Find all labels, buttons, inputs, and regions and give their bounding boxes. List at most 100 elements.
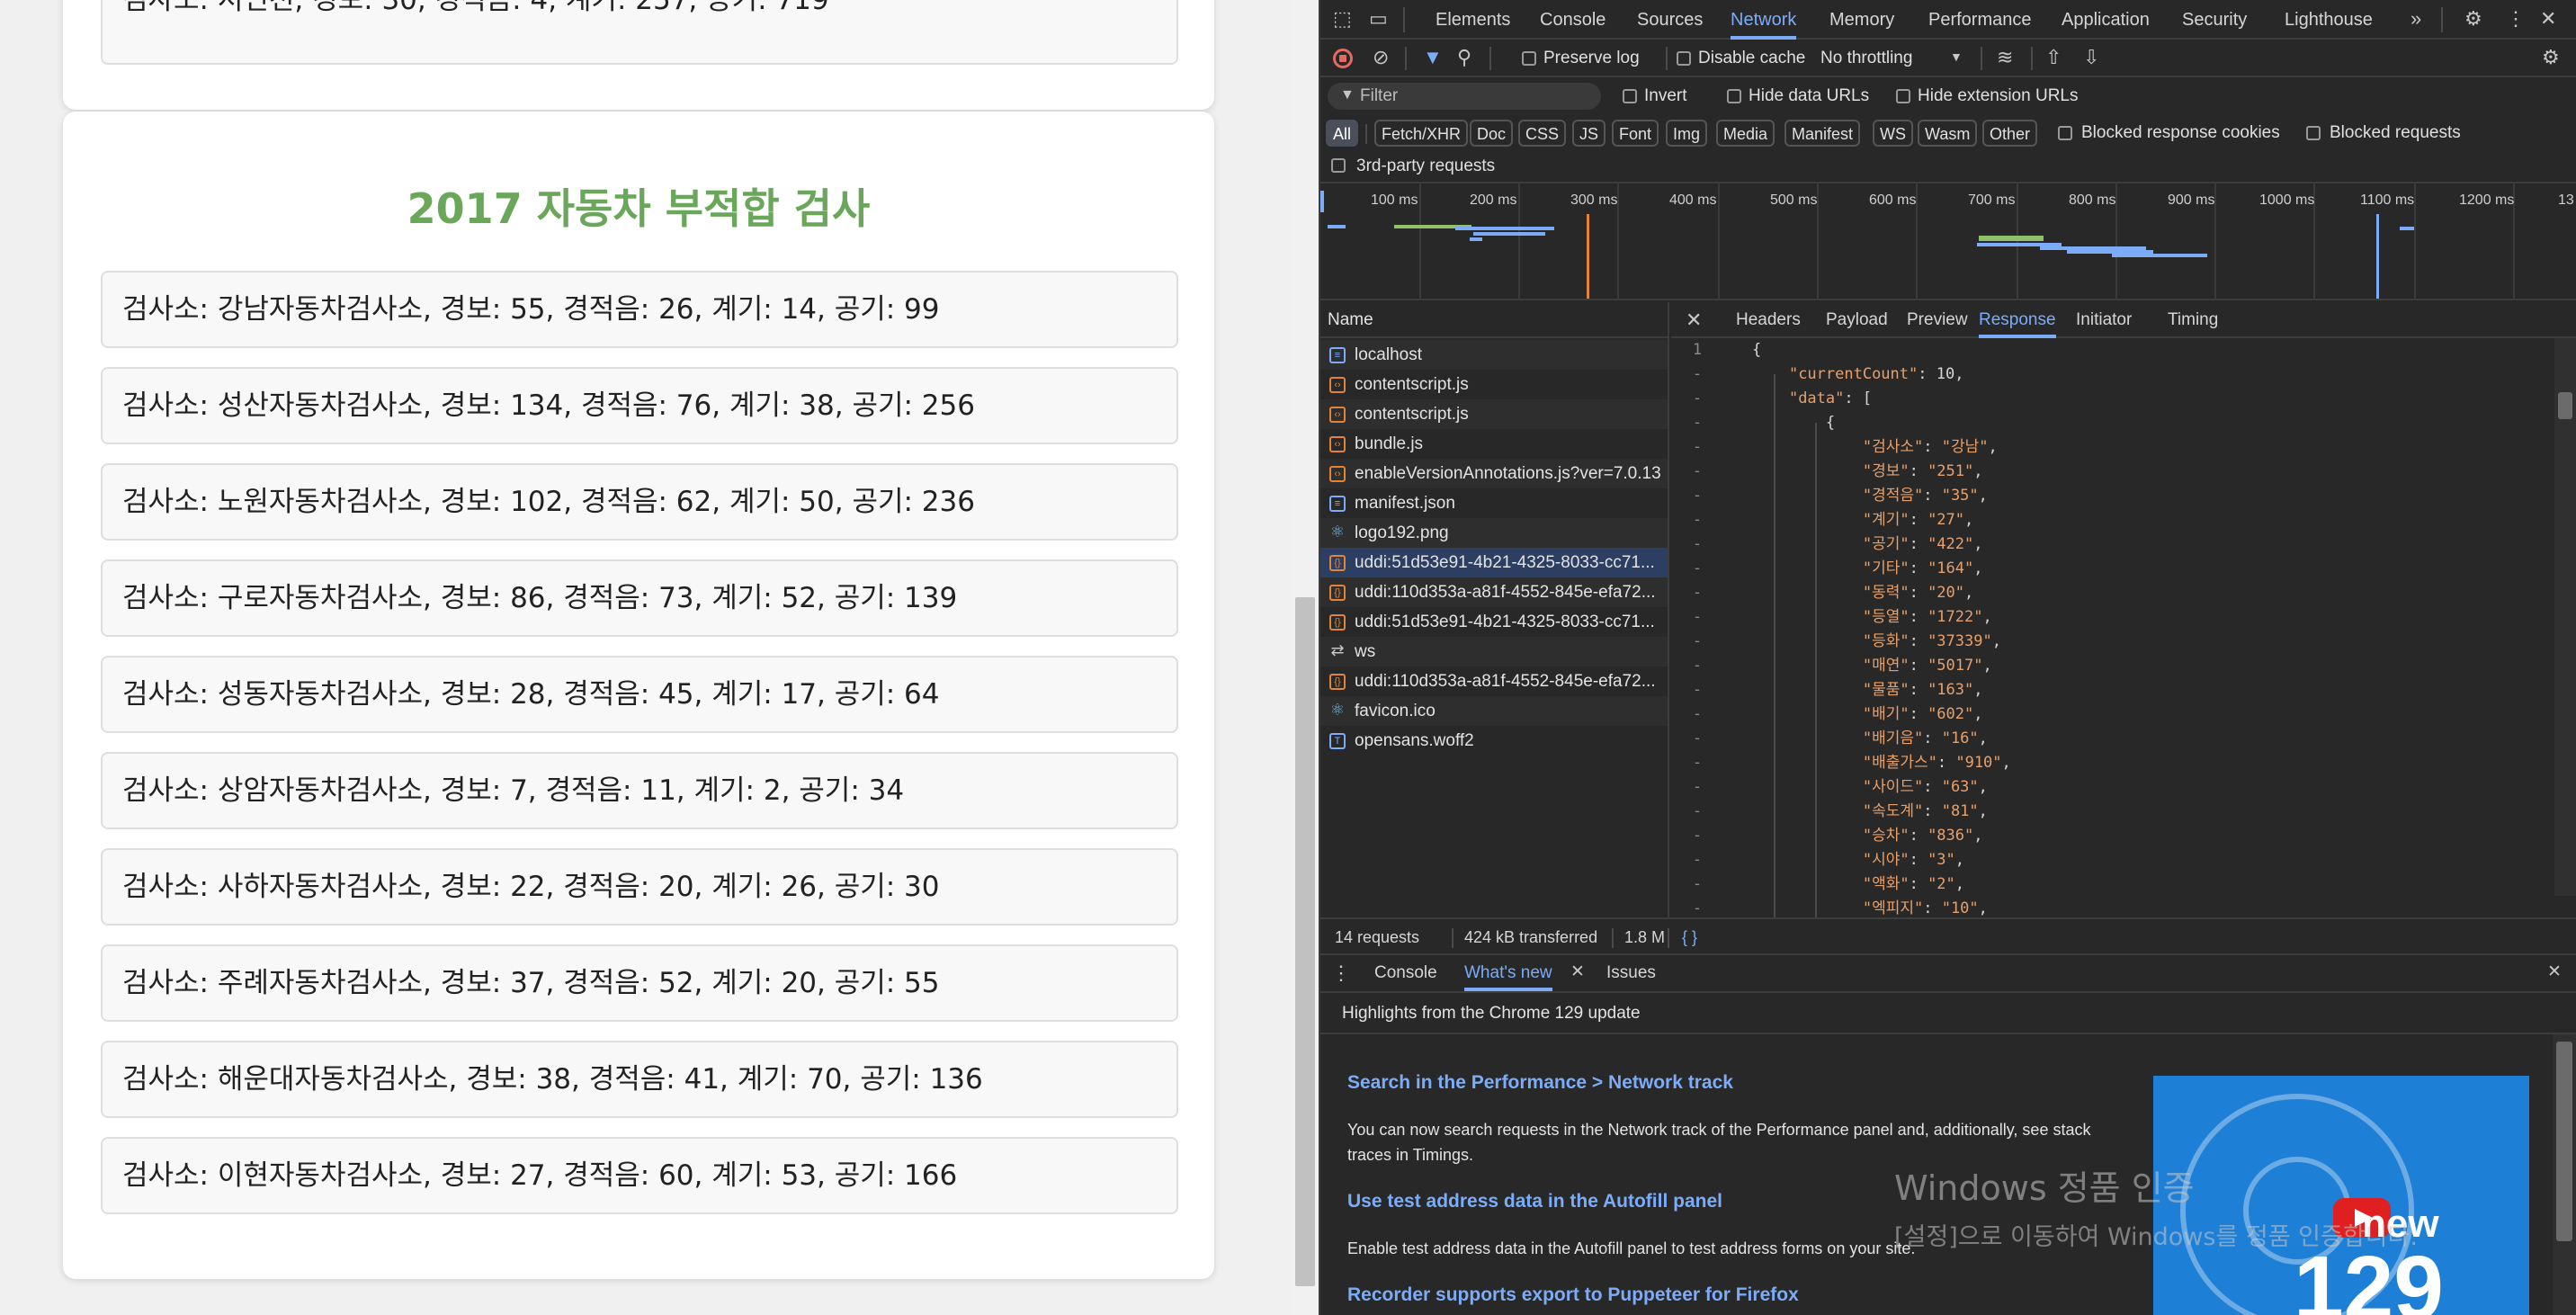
close-detail-icon[interactable]: ✕ [1686, 310, 1702, 330]
response-scrollbar-thumb[interactable] [2558, 392, 2572, 419]
hide-data-urls-checkbox[interactable] [1727, 89, 1741, 103]
page-scrollbar-thumb[interactable] [1295, 597, 1315, 1286]
response-line-text: "계기": "27", [1862, 511, 1974, 529]
close-tab-icon[interactable]: ✕ [1570, 963, 1585, 980]
tab-preview[interactable]: Preview [1907, 302, 1968, 338]
chip-doc[interactable]: Doc [1470, 120, 1514, 147]
request-row[interactable]: Topensans.woff2 [1320, 726, 1668, 756]
import-har-icon[interactable]: ⇧ [2045, 48, 2062, 67]
network-conditions-icon[interactable]: ≋ [1997, 48, 2013, 67]
line-number: - [1692, 827, 1703, 845]
filter-funnel-icon[interactable]: ▼ [1423, 48, 1443, 67]
chip-font[interactable]: Font [1612, 120, 1659, 147]
response-code-view[interactable]: 1{- "currentCount": 10, - "data": [- {- "… [1671, 338, 2576, 917]
response-scrollbar[interactable] [2554, 338, 2576, 896]
clear-icon[interactable]: ⊘ [1373, 48, 1389, 67]
tab-console[interactable]: Console [1540, 0, 1606, 40]
request-row[interactable]: ⚛ logo192.png [1320, 518, 1668, 548]
chip-ws[interactable]: WS [1873, 120, 1913, 147]
request-row[interactable]: {} uddi:110d353a-a81f-4552-845e-efa72... [1320, 666, 1668, 696]
export-har-icon[interactable]: ⇩ [2083, 48, 2099, 67]
chip-css[interactable]: CSS [1518, 120, 1567, 147]
result-row: 검사소: 상암자동차검사소, 경보: 7, 경적음: 11, 계기: 2, 공기… [101, 752, 1178, 829]
close-drawer-icon[interactable]: ✕ [2547, 963, 2562, 980]
drawer-heading: Highlights from the Chrome 129 update [1320, 993, 2576, 1034]
network-settings-icon[interactable]: ⚙ [2542, 48, 2560, 67]
blocked-response-cookies-checkbox[interactable] [2058, 126, 2072, 140]
third-party-checkbox[interactable] [1331, 158, 1346, 173]
line-number: - [1692, 729, 1703, 747]
more-tabs-icon[interactable]: » [2411, 9, 2421, 29]
record-stop-icon[interactable] [1333, 49, 1353, 68]
whats-new-item-title[interactable]: Use test address data in the Autofill pa… [1347, 1191, 1722, 1212]
tab-elements[interactable]: Elements [1436, 0, 1510, 40]
request-row[interactable]: ⇄ ws [1320, 637, 1668, 666]
search-icon[interactable]: ⚲ [1457, 48, 1471, 67]
previous-result-row: 검사소: 서인천, 경보: 30, 경적음: 4, 계기: 257, 공기: 7… [101, 0, 1178, 65]
chip-img[interactable]: Img [1666, 120, 1708, 147]
invert-checkbox[interactable] [1623, 89, 1637, 103]
chip-all[interactable]: All [1326, 120, 1359, 147]
chip-fetch-xhr[interactable]: Fetch/XHR [1374, 120, 1469, 147]
chip-other[interactable]: Other [1982, 120, 2038, 147]
tab-response[interactable]: Response [1979, 302, 2056, 338]
whats-new-item-title[interactable]: Recorder supports export to Puppeteer fo… [1347, 1284, 1799, 1306]
pretty-print-icon[interactable]: { } [1682, 919, 1697, 955]
network-overview[interactable]: 100 ms 200 ms 300 ms 400 ms 500 ms 600 m… [1320, 183, 2576, 300]
request-row[interactable]: ‹› contentscript.js [1320, 370, 1668, 399]
tab-headers[interactable]: Headers [1736, 302, 1801, 338]
tab-network[interactable]: Network [1731, 0, 1797, 40]
drawer-tab-issues[interactable]: Issues [1606, 955, 1656, 991]
tab-application[interactable]: Application [2062, 0, 2150, 40]
request-row[interactable]: ‹› bundle.js [1320, 429, 1668, 459]
request-row[interactable]: {} uddi:51d53e91-4b21-4325-8033-cc71... [1320, 607, 1668, 637]
disable-cache-checkbox[interactable] [1677, 51, 1691, 66]
timeline-bar [1470, 237, 1482, 241]
drawer-scrollbar[interactable] [2553, 1034, 2576, 1315]
tab-security[interactable]: Security [2182, 0, 2247, 40]
request-row[interactable]: ⚛ favicon.ico [1320, 696, 1668, 726]
tab-timing[interactable]: Timing [2168, 302, 2218, 338]
drawer-tab-whats-new[interactable]: What's new [1464, 955, 1552, 991]
inspect-element-icon[interactable]: ⬚ [1333, 9, 1352, 29]
script-icon: ‹› [1329, 436, 1346, 452]
more-options-icon[interactable]: ⋮ [2506, 9, 2526, 29]
chrome-update-video-thumbnail[interactable]: new 129 [2153, 1076, 2529, 1315]
tab-payload[interactable]: Payload [1826, 302, 1888, 338]
request-row[interactable]: {} uddi:110d353a-a81f-4552-845e-efa72... [1320, 577, 1668, 607]
response-line: - "액화": "2", [1671, 872, 2553, 897]
tab-performance[interactable]: Performance [1928, 0, 2032, 40]
third-party-label: 3rd-party requests [1356, 157, 1496, 175]
tab-memory[interactable]: Memory [1829, 0, 1894, 40]
chip-js[interactable]: JS [1572, 120, 1606, 147]
request-row-selected[interactable]: {} uddi:51d53e91-4b21-4325-8033-cc71... [1320, 548, 1668, 577]
drawer-tab-console[interactable]: Console [1374, 955, 1437, 991]
chevron-down-icon[interactable]: ▼ [1950, 50, 1963, 63]
name-column-header[interactable]: Name [1320, 302, 1668, 338]
preserve-log-checkbox[interactable] [1522, 51, 1536, 66]
response-line-text: "배출가스": "910", [1862, 754, 2011, 772]
chip-media[interactable]: Media [1716, 120, 1775, 147]
tab-sources[interactable]: Sources [1637, 0, 1703, 40]
request-row[interactable]: ‹› contentscript.js [1320, 399, 1668, 429]
settings-gear-icon[interactable]: ⚙ [2464, 9, 2482, 29]
line-number: - [1692, 462, 1703, 480]
tab-initiator[interactable]: Initiator [2076, 302, 2132, 338]
device-toolbar-icon[interactable]: ▭ [1369, 9, 1388, 29]
request-row[interactable]: ≡ manifest.json [1320, 488, 1668, 518]
blocked-requests-checkbox[interactable] [2306, 126, 2321, 140]
response-line-text: { [1752, 414, 1836, 432]
tab-lighthouse[interactable]: Lighthouse [2285, 0, 2373, 40]
drawer-scrollbar-thumb[interactable] [2556, 1042, 2572, 1241]
hide-extension-urls-checkbox[interactable] [1896, 89, 1910, 103]
timeline-label: 500 ms [1770, 192, 1818, 208]
chip-manifest[interactable]: Manifest [1784, 120, 1861, 147]
chip-wasm[interactable]: Wasm [1918, 120, 1978, 147]
throttling-select[interactable]: No throttling [1820, 49, 1912, 68]
drawer-menu-icon[interactable]: ⋮ [1331, 963, 1351, 983]
separator [1666, 47, 1668, 70]
close-devtools-icon[interactable]: ✕ [2540, 9, 2556, 29]
request-row[interactable]: ≡ localhost [1320, 340, 1668, 370]
request-row[interactable]: ‹› enableVersionAnnotations.js?ver=7.0.13 [1320, 459, 1668, 488]
whats-new-item-title[interactable]: Search in the Performance > Network trac… [1347, 1072, 1733, 1094]
